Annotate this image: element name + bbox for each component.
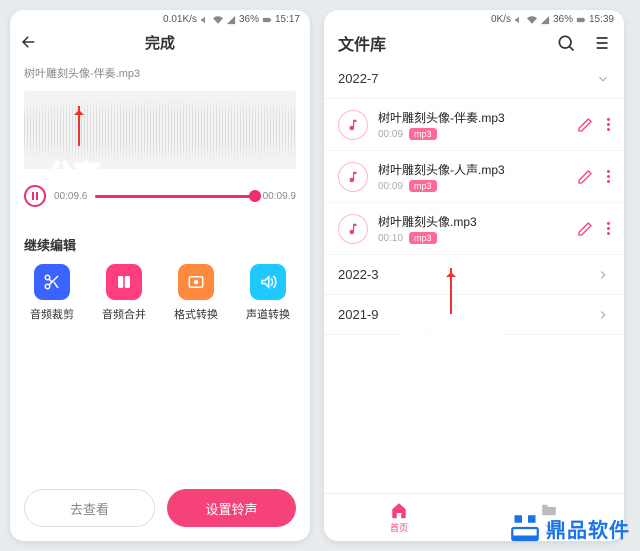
annotation-arrow-icon: [78, 106, 80, 146]
tool-merge[interactable]: 音频合并: [94, 264, 154, 322]
status-bar: 0.01K/s 36% 15:17: [10, 10, 310, 25]
wifi-icon: [213, 15, 223, 25]
convert-icon: [178, 264, 214, 300]
tool-label: 声道转换: [246, 306, 290, 322]
group-label: 2022-3: [338, 267, 378, 282]
net-speed: 0.01K/s: [163, 14, 197, 25]
brand-watermark: 鼎品软件: [506, 511, 634, 545]
music-note-icon: [338, 162, 368, 192]
wifi-icon: [527, 15, 537, 25]
pause-button[interactable]: [24, 185, 46, 207]
file-duration: 00:09: [378, 129, 403, 140]
battery-icon: [576, 15, 586, 25]
clock: 15:17: [275, 14, 300, 25]
tool-row: 音频裁剪 音频合并 格式转换 声道转换: [10, 264, 310, 322]
seek-slider[interactable]: [95, 195, 254, 198]
phone-right-library: 0K/s 36% 15:39 文件库 2022-7 树叶雕刻头: [324, 10, 624, 541]
mute-icon: [200, 15, 210, 25]
annotation-extract: 提取文件: [400, 320, 504, 357]
annotation-arrow-icon: [450, 268, 452, 314]
ext-badge: mp3: [409, 180, 437, 192]
more-icon[interactable]: [607, 170, 610, 183]
status-bar: 0K/s 36% 15:39: [324, 10, 624, 25]
search-icon[interactable]: [556, 33, 576, 53]
file-name: 树叶雕刻头像-人声.mp3: [378, 161, 567, 178]
file-duration: 00:09: [378, 181, 403, 192]
home-icon: [390, 501, 408, 519]
tool-convert[interactable]: 格式转换: [166, 264, 226, 322]
tab-label: 首页: [390, 521, 408, 534]
music-note-icon: [338, 214, 368, 244]
battery-icon: [262, 15, 272, 25]
file-name: 树叶雕刻头像-伴奏.mp3: [378, 109, 567, 126]
edit-icon[interactable]: [577, 221, 593, 237]
title-bar: 完成: [10, 25, 310, 59]
music-note-icon: [338, 110, 368, 140]
time-total: 00:09.9: [263, 191, 296, 202]
group-header[interactable]: 2022-3: [324, 255, 624, 295]
group-label: 2021-9: [338, 307, 378, 322]
annotation-separate: 分离: [48, 155, 100, 192]
ext-badge: mp3: [409, 232, 437, 244]
edit-icon[interactable]: [577, 169, 593, 185]
channel-icon: [250, 264, 286, 300]
merge-icon: [106, 264, 142, 300]
tool-channel[interactable]: 声道转换: [238, 264, 298, 322]
brand-logo-icon: [510, 513, 540, 543]
clock: 15:39: [589, 14, 614, 25]
signal-icon: [540, 15, 550, 25]
tool-scissors[interactable]: 音频裁剪: [22, 264, 82, 322]
file-name: 树叶雕刻头像.mp3: [378, 213, 567, 230]
group-header[interactable]: 2022-7: [324, 59, 624, 99]
file-name: 树叶雕刻头像-伴奏.mp3: [10, 59, 310, 87]
file-row[interactable]: 树叶雕刻头像-伴奏.mp3 00:09 mp3: [324, 99, 624, 151]
more-icon[interactable]: [607, 118, 610, 131]
section-continue-edit: 继续编辑: [10, 217, 310, 264]
signal-icon: [226, 15, 236, 25]
tab-home[interactable]: 首页: [390, 501, 408, 534]
scissors-icon: [34, 264, 70, 300]
chevron-right-icon: [596, 268, 610, 282]
group-label: 2022-7: [338, 71, 378, 86]
tool-label: 音频合并: [102, 306, 146, 322]
chevron-right-icon: [596, 308, 610, 322]
mute-icon: [514, 15, 524, 25]
edit-icon[interactable]: [577, 117, 593, 133]
ext-badge: mp3: [409, 128, 437, 140]
file-duration: 00:10: [378, 233, 403, 244]
net-speed: 0K/s: [491, 14, 511, 25]
time-current: 00:09.6: [54, 191, 87, 202]
battery-pct: 36%: [553, 14, 573, 25]
tool-label: 格式转换: [174, 306, 218, 322]
list-icon[interactable]: [590, 33, 610, 53]
file-groups: 2022-7 树叶雕刻头像-伴奏.mp3 00:09mp3 树叶雕刻头像-人声.: [324, 59, 624, 335]
more-icon[interactable]: [607, 222, 610, 235]
file-row[interactable]: 树叶雕刻头像-人声.mp3 00:09 mp3: [324, 151, 624, 203]
file-row[interactable]: 树叶雕刻头像.mp3 00:10 mp3: [324, 203, 624, 255]
phone-left-complete: 0.01K/s 36% 15:17 完成 树叶雕刻头像-伴奏.mp3 00:09…: [10, 10, 310, 541]
chevron-down-icon: [596, 72, 610, 86]
page-title: 完成: [145, 32, 175, 53]
back-icon[interactable]: [20, 33, 38, 51]
brand-text: 鼎品软件: [546, 514, 630, 543]
library-title: 文件库: [338, 31, 386, 55]
set-ringtone-button[interactable]: 设置铃声: [167, 489, 296, 527]
tool-label: 音频裁剪: [30, 306, 74, 322]
battery-pct: 36%: [239, 14, 259, 25]
view-button[interactable]: 去查看: [24, 489, 155, 527]
